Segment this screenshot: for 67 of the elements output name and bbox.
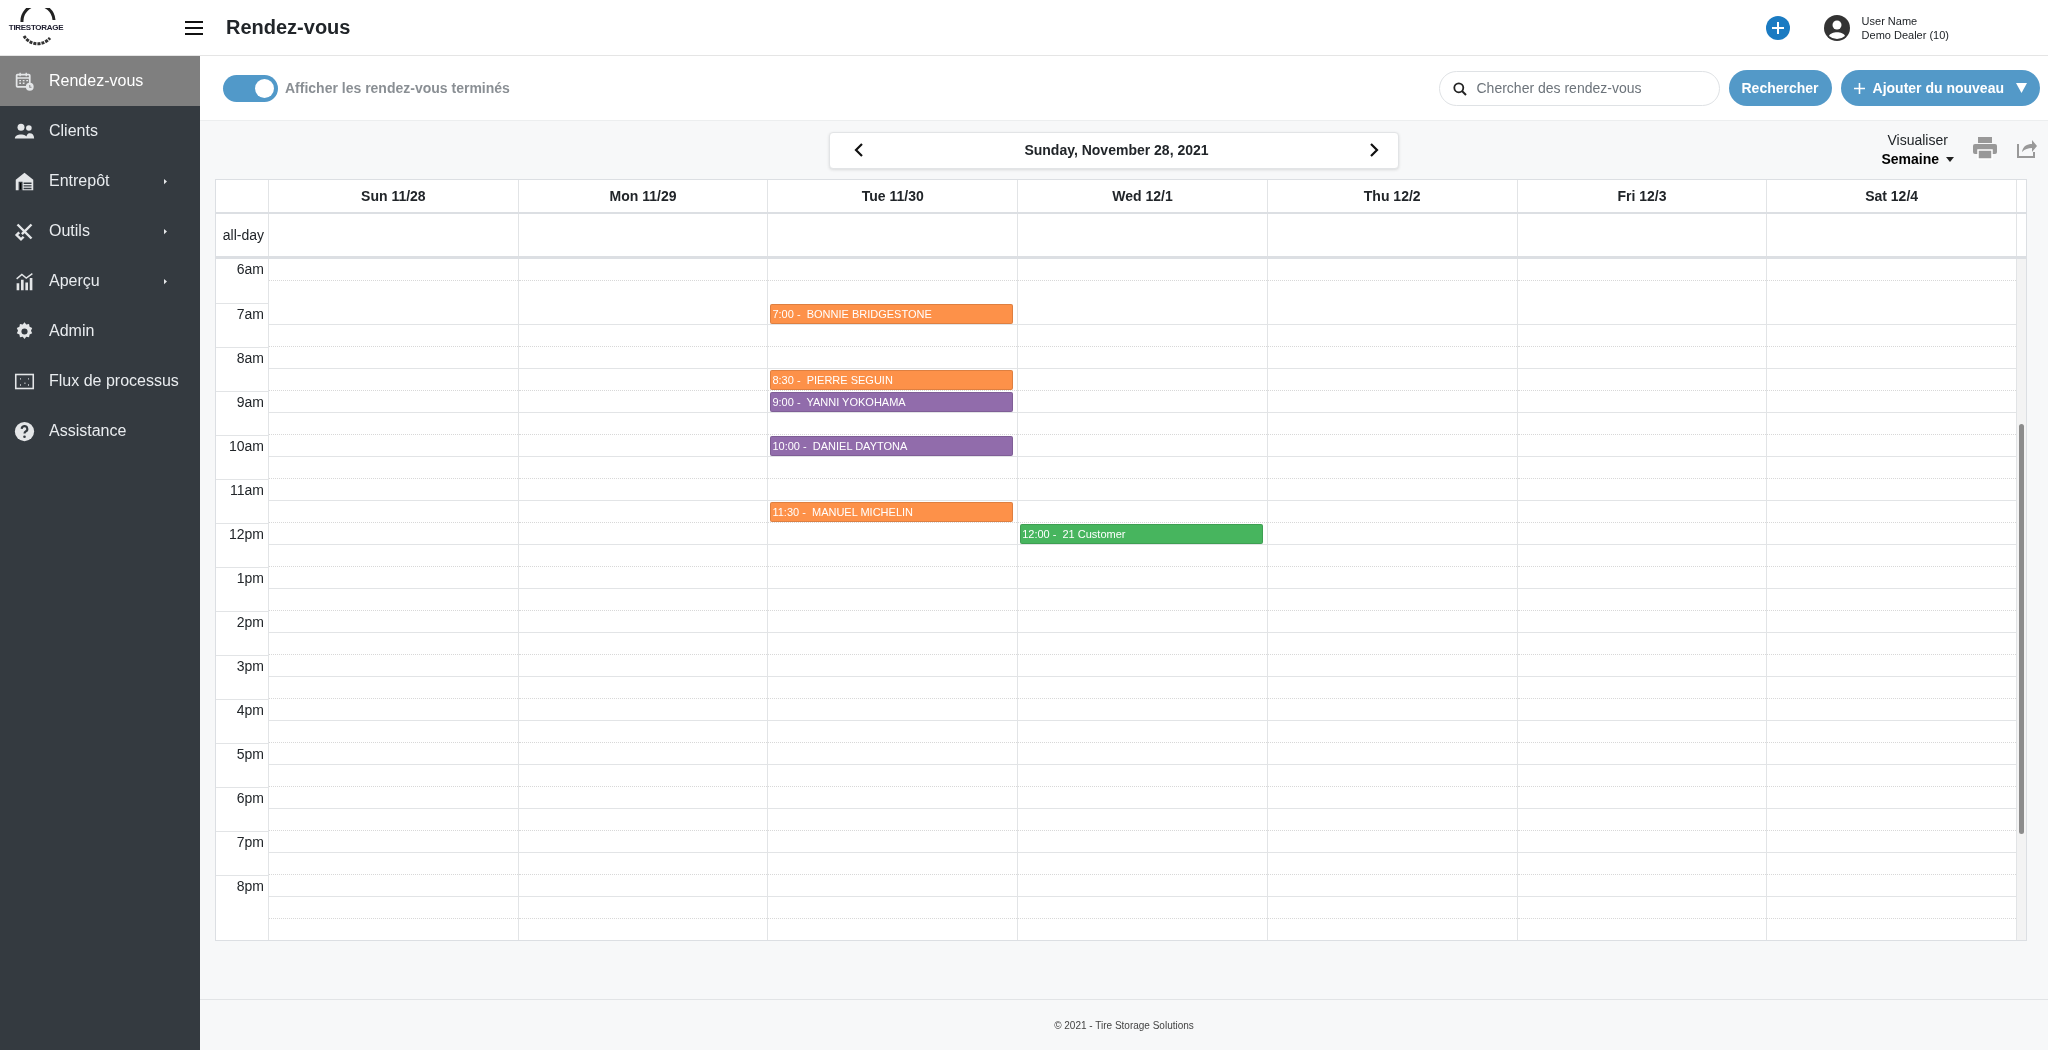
print-button[interactable]	[1972, 136, 1998, 160]
search-field[interactable]: Chercher des rendez-vous	[1438, 70, 1720, 106]
hour-label: 3pm	[216, 655, 268, 699]
add-button[interactable]	[1765, 15, 1790, 40]
sidebar-item[interactable]: Aperçu	[0, 256, 200, 306]
current-date: Sunday, November 28, 2021	[1024, 142, 1209, 158]
search-icon	[1452, 81, 1467, 96]
view-dropdown[interactable]: Semaine	[1881, 151, 1954, 167]
settings-icon	[14, 320, 35, 342]
hour-label: 11am	[216, 479, 268, 523]
hour-label: 5pm	[216, 743, 268, 787]
sidebar-item[interactable]: Entrepôt	[0, 156, 200, 206]
chevron-right-icon	[1369, 143, 1380, 157]
hour-label: 7am	[216, 303, 268, 347]
scrollbar[interactable]	[2016, 259, 2026, 940]
calendar-icon	[14, 70, 35, 92]
day-header: Sat 12/4	[1766, 180, 2016, 212]
day-header: Wed 12/1	[1017, 180, 1267, 212]
day-header: Tue 11/30	[767, 180, 1018, 212]
add-new-button[interactable]: Ajouter du nouveau	[1840, 70, 2040, 106]
calendar-event[interactable]: 7:00 - BONNIE BRIDGESTONE	[770, 304, 1014, 324]
search-button[interactable]: Rechercher	[1728, 70, 1832, 106]
copyright-text: © 2021 - Tire Storage Solutions	[1054, 1019, 1194, 1031]
sidebar-item[interactable]: Admin	[0, 306, 200, 356]
hour-label: 8am	[216, 347, 268, 391]
hour-label: 10am	[216, 435, 268, 479]
hour-label: 6pm	[216, 787, 268, 831]
user-name: User Name	[1861, 13, 1919, 28]
all-day-label: all-day	[221, 226, 265, 245]
hour-label: 2pm	[216, 611, 268, 655]
hour-label: 1pm	[216, 567, 268, 611]
plus-icon	[1770, 20, 1785, 35]
building-icon	[14, 170, 35, 192]
calendar-event[interactable]: 9:00 - YANNI YOKOHAMA	[770, 392, 1014, 412]
hour-label: 9am	[216, 391, 268, 435]
day-header: Fri 12/3	[1516, 180, 1767, 212]
calendar-event[interactable]: 10:00 - DANIEL DAYTONA	[770, 436, 1014, 456]
page-title: Rendez-vous	[226, 16, 351, 39]
day-header: Sun 11/28	[268, 180, 518, 212]
sidebar-item[interactable]: Outils	[0, 206, 200, 256]
hour-label: 12pm	[216, 523, 268, 567]
caret-icon	[1946, 156, 1954, 162]
calendar-event[interactable]: 11:30 - MANUEL MICHELIN	[770, 502, 1014, 522]
help-icon	[14, 420, 35, 442]
calendar-event[interactable]: 12:00 - 21 Customer	[1020, 524, 1263, 544]
chart-icon	[14, 270, 35, 292]
printer-icon	[1972, 136, 1998, 160]
caret-icon	[2016, 83, 2027, 93]
toggle-switch[interactable]	[223, 74, 278, 102]
view-label: Visualiser	[1886, 131, 1949, 150]
sidebar-item[interactable]: Assistance	[0, 406, 200, 456]
hour-label: 8pm	[216, 875, 268, 919]
day-header: Mon 11/29	[517, 180, 768, 212]
calendar-event[interactable]: 8:30 - PIERRE SEGUIN	[770, 370, 1014, 390]
logo: TIRESTORAGE	[6, 7, 66, 48]
hour-label: 4pm	[216, 699, 268, 743]
dealer-name: Demo Dealer (10)	[1861, 27, 1949, 42]
avatar-icon	[1823, 14, 1850, 41]
hour-label: 7pm	[216, 831, 268, 875]
sidebar-item[interactable]: Rendez-vous	[0, 56, 200, 106]
plus-icon	[1853, 82, 1865, 94]
hour-label: 6am	[235, 260, 265, 279]
sidebar-item[interactable]: Clients	[0, 106, 200, 156]
day-header: Thu 12/2	[1266, 180, 1517, 212]
sidebar-item[interactable]: Flux de processus	[0, 356, 200, 406]
toggle-label: Afficher les rendez-vous terminés	[285, 80, 510, 96]
chevron-left-icon	[853, 143, 864, 157]
